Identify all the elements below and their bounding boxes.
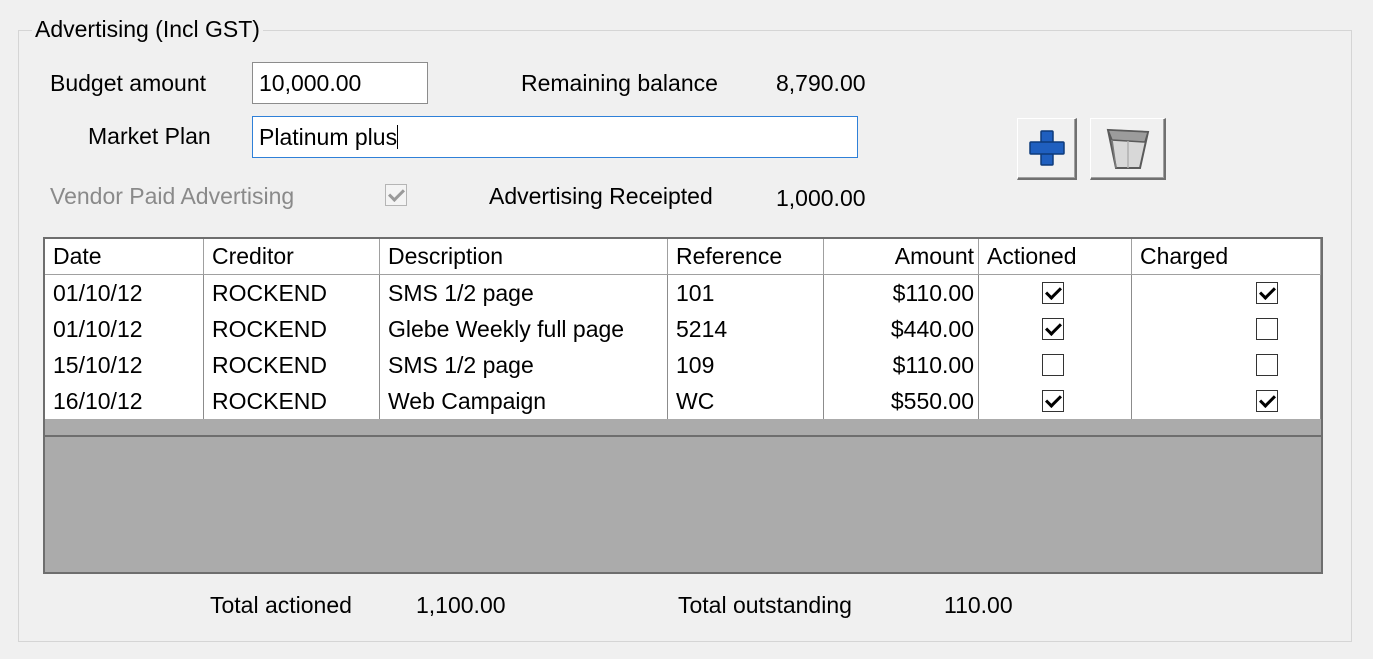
cell-creditor: ROCKEND [204, 383, 380, 419]
cell-reference: 101 [668, 275, 824, 311]
trash-bin-icon [1106, 128, 1150, 169]
charged-checkbox[interactable] [1256, 318, 1278, 340]
market-plan-label: Market Plan [88, 123, 211, 149]
cell-date: 01/10/12 [45, 275, 204, 311]
total-outstanding-value: 110.00 [944, 592, 1013, 618]
actioned-checkbox[interactable] [1042, 390, 1064, 412]
cell-reference: 5214 [668, 311, 824, 347]
column-header-creditor[interactable]: Creditor [204, 239, 380, 274]
cell-description: SMS 1/2 page [380, 275, 668, 311]
cell-creditor: ROCKEND [204, 347, 380, 383]
charged-checkbox[interactable] [1256, 354, 1278, 376]
cell-amount: $550.00 [824, 383, 979, 419]
vendor-paid-checkbox[interactable] [385, 184, 407, 206]
charged-checkbox[interactable] [1256, 390, 1278, 412]
group-title: Advertising (Incl GST) [32, 14, 263, 44]
column-header-actioned[interactable]: Actioned [979, 239, 1132, 274]
vendor-paid-label: Vendor Paid Advertising [50, 183, 295, 209]
remaining-balance-label: Remaining balance [521, 70, 718, 96]
table-row[interactable]: 15/10/12 ROCKEND SMS 1/2 page 109 $110.0… [45, 347, 1321, 383]
text-caret [397, 125, 399, 149]
total-outstanding-label: Total outstanding [678, 592, 852, 618]
actioned-checkbox[interactable] [1042, 354, 1064, 376]
column-header-description[interactable]: Description [380, 239, 668, 274]
plus-icon [1029, 130, 1065, 166]
column-header-amount[interactable]: Amount [824, 239, 979, 274]
cell-amount: $110.00 [824, 347, 979, 383]
charged-checkbox[interactable] [1256, 282, 1278, 304]
advertising-receipted-label: Advertising Receipted [489, 183, 713, 209]
market-plan-input[interactable]: Platinum plus [252, 116, 858, 158]
cell-creditor: ROCKEND [204, 311, 380, 347]
column-header-date[interactable]: Date [45, 239, 204, 274]
cell-description: SMS 1/2 page [380, 347, 668, 383]
market-plan-value: Platinum plus [259, 124, 398, 150]
delete-button[interactable] [1090, 118, 1166, 180]
actioned-checkbox[interactable] [1042, 318, 1064, 340]
budget-amount-label: Budget amount [50, 70, 207, 96]
cell-date: 15/10/12 [45, 347, 204, 383]
add-button[interactable] [1017, 118, 1077, 180]
table-row[interactable]: 16/10/12 ROCKEND Web Campaign WC $550.00 [45, 383, 1321, 419]
cell-date: 16/10/12 [45, 383, 204, 419]
total-actioned-label: Total actioned [210, 592, 352, 618]
cell-description: Web Campaign [380, 383, 668, 419]
advertising-grid[interactable]: Date Creditor Description Reference Amou… [43, 237, 1323, 574]
budget-amount-input[interactable]: 10,000.00 [252, 62, 428, 104]
cell-amount: $440.00 [824, 311, 979, 347]
table-row[interactable]: 01/10/12 ROCKEND Glebe Weekly full page … [45, 311, 1321, 347]
table-row[interactable]: 01/10/12 ROCKEND SMS 1/2 page 101 $110.0… [45, 275, 1321, 311]
cell-description: Glebe Weekly full page [380, 311, 668, 347]
actioned-checkbox[interactable] [1042, 282, 1064, 304]
cell-date: 01/10/12 [45, 311, 204, 347]
cell-reference: WC [668, 383, 824, 419]
advertising-receipted-value: 1,000.00 [776, 185, 866, 211]
grid-rows-divider [45, 435, 1321, 437]
total-actioned-value: 1,100.00 [416, 592, 506, 618]
column-header-reference[interactable]: Reference [668, 239, 824, 274]
cell-reference: 109 [668, 347, 824, 383]
cell-amount: $110.00 [824, 275, 979, 311]
grid-header: Date Creditor Description Reference Amou… [45, 239, 1321, 275]
cell-creditor: ROCKEND [204, 275, 380, 311]
column-header-charged[interactable]: Charged [1132, 239, 1321, 274]
remaining-balance-value: 8,790.00 [776, 70, 866, 96]
